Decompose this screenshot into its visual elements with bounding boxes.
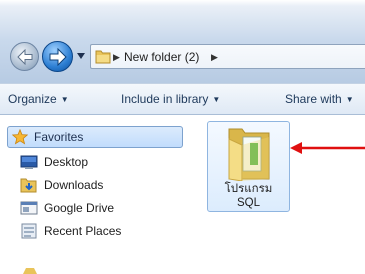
share-with-label: Share with (285, 92, 342, 106)
breadcrumb-current-folder[interactable]: New folder (2) (124, 50, 199, 64)
sidebar-item-label: Google Drive (44, 201, 115, 215)
share-with-button[interactable]: Share with ▼ (285, 92, 354, 106)
google-drive-icon (20, 201, 38, 215)
folder-icon (95, 50, 111, 64)
back-button[interactable] (10, 42, 39, 71)
breadcrumb-separator-icon[interactable]: ▶ (113, 52, 120, 63)
sidebar-item-desktop[interactable]: Desktop (20, 152, 88, 172)
include-in-library-label: Include in library (121, 92, 209, 106)
breadcrumb-separator-icon[interactable]: ▶ (211, 52, 218, 63)
recent-pages-dropdown-icon[interactable] (76, 52, 86, 60)
folder-name-line2: SQL (236, 197, 260, 209)
back-arrow-icon (17, 49, 33, 65)
annotation-arrow-icon (290, 142, 365, 154)
title-bar: ▶ New folder (2) ▶ (0, 0, 365, 83)
command-bar: Organize ▼ Include in library ▼ Share with… (0, 83, 365, 115)
sidebar-item-label: Downloads (44, 178, 104, 192)
file-list: โปรแกรม SQL (190, 115, 365, 272)
libraries-icon (23, 268, 37, 274)
include-in-library-button[interactable]: Include in library ▼ (121, 92, 220, 106)
sidebar-item-downloads[interactable]: Downloads (20, 175, 103, 195)
forward-button[interactable] (42, 41, 73, 72)
folder-name: โปรแกรม SQL (208, 182, 289, 210)
sidebar-item-label: Recent Places (44, 224, 122, 238)
forward-arrow-icon (49, 48, 67, 66)
navigation-pane: Favorites Desktop Downloads Google Drive (0, 115, 190, 274)
downloads-icon (20, 178, 37, 193)
chevron-down-icon: ▼ (345, 95, 354, 104)
address-bar[interactable]: ▶ New folder (2) ▶ (90, 44, 365, 69)
folder-name-line1: โปรแกรม (224, 183, 273, 195)
organize-button[interactable]: Organize ▼ (8, 92, 69, 106)
folder-item[interactable]: โปรแกรม SQL (207, 121, 290, 212)
organize-label: Organize (8, 92, 57, 106)
sidebar-item-recent-places[interactable]: Recent Places (20, 221, 121, 241)
sidebar-item-favorites[interactable]: Favorites (7, 126, 183, 148)
sidebar-item-label: Desktop (44, 155, 89, 169)
sidebar-item-google-drive[interactable]: Google Drive (20, 198, 114, 218)
chevron-down-icon: ▼ (212, 95, 221, 104)
star-icon (12, 129, 28, 145)
recent-places-icon (21, 223, 37, 239)
folder-icon (228, 128, 270, 181)
desktop-icon (20, 155, 38, 169)
sidebar-item-label: Favorites (34, 130, 84, 144)
chevron-down-icon: ▼ (60, 95, 69, 104)
